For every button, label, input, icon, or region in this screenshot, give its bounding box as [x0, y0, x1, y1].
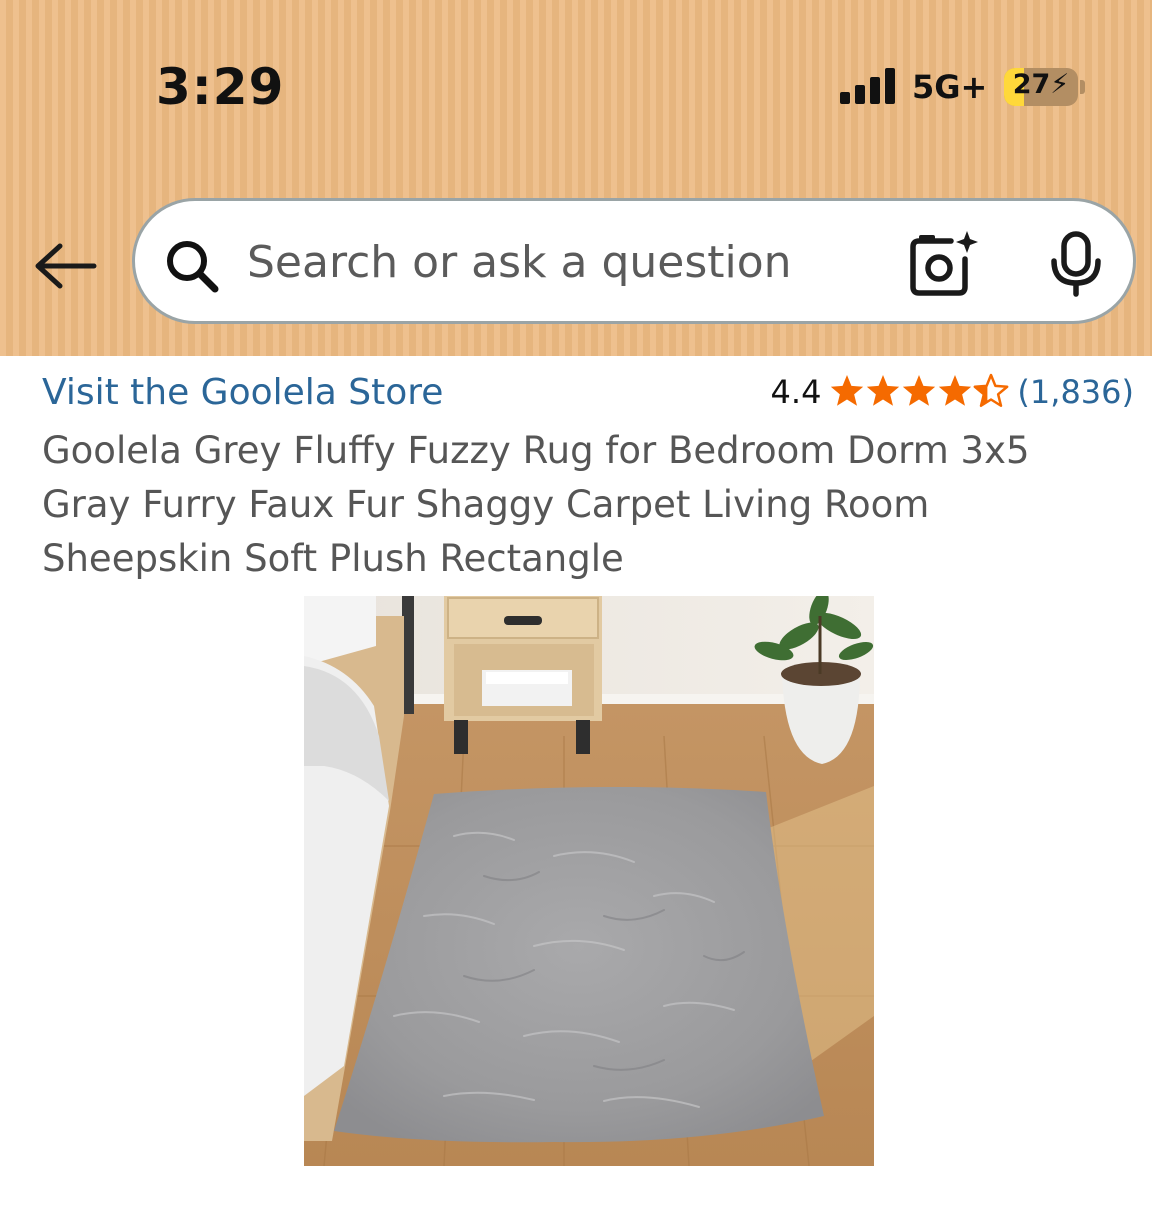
- star-full-icon: [831, 375, 864, 406]
- camera-sparkle-icon: [910, 231, 978, 296]
- battery-tip: [1080, 80, 1085, 94]
- app-header: 3:29 5G+ 27⚡: [0, 0, 1152, 356]
- star-full-icon: [939, 375, 972, 406]
- product-rating[interactable]: 4.4 (1,836): [771, 372, 1134, 412]
- product-image[interactable]: [304, 590, 874, 1167]
- back-button[interactable]: [30, 238, 100, 294]
- star-partial-icon: [974, 373, 1009, 407]
- rating-value: 4.4: [770, 373, 822, 411]
- arrow-left-icon: [35, 243, 97, 289]
- visit-store-link[interactable]: Visit the Goolela Store: [42, 372, 443, 413]
- star-rating-icon: [831, 373, 1009, 407]
- status-time: 3:29: [156, 58, 285, 116]
- rating-count[interactable]: (1,836): [1017, 373, 1134, 411]
- microphone-icon: [1051, 231, 1101, 297]
- product-title: Goolela Grey Fluffy Fuzzy Rug for Bedroo…: [42, 429, 1030, 580]
- network-type: 5G+: [912, 68, 988, 106]
- search-bar[interactable]: [132, 198, 1136, 324]
- battery-level: 27⚡: [1012, 69, 1070, 100]
- voice-search-button[interactable]: [1047, 231, 1105, 297]
- star-full-icon: [867, 375, 900, 406]
- product-photo: [304, 590, 874, 1167]
- star-full-icon: [903, 375, 936, 406]
- search-icon: [167, 241, 219, 293]
- camera-search-button[interactable]: [907, 229, 979, 299]
- signal-strength-icon: [840, 68, 898, 104]
- battery-icon: 27⚡: [1004, 68, 1078, 106]
- search-input[interactable]: [247, 231, 887, 293]
